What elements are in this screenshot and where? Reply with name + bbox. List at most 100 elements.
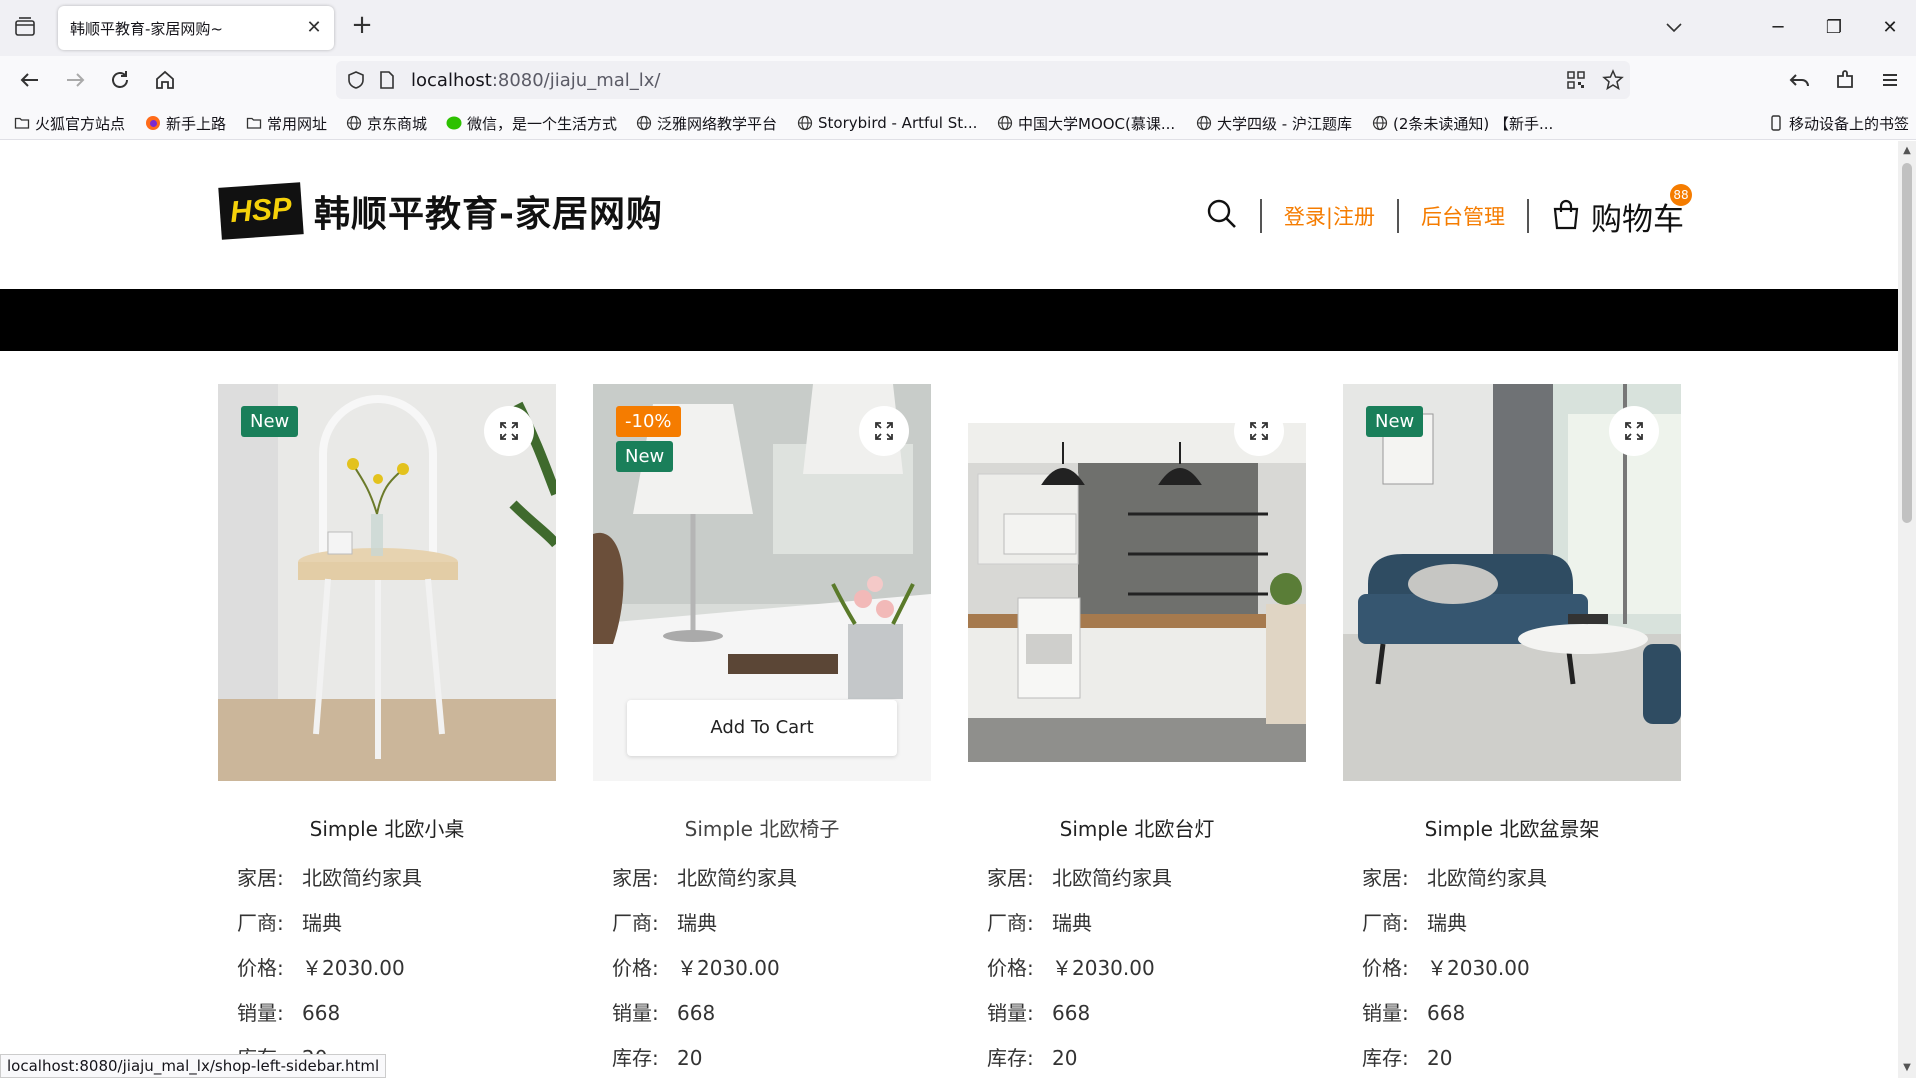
cart-button[interactable]: 购物车 88 [1529, 183, 1692, 239]
product-category: 家居: 北欧简约家具 [1362, 862, 1681, 890]
bookmark-item[interactable]: 泛雅网络教学平台 [636, 112, 777, 134]
close-tab-icon[interactable]: ✕ [304, 18, 324, 38]
product-name[interactable]: Simple 北欧小桌 [218, 813, 556, 842]
globe-icon [997, 115, 1013, 131]
minimize-icon[interactable]: ─ [1764, 14, 1792, 42]
menu-icon[interactable] [1876, 66, 1904, 94]
page-icon[interactable] [378, 70, 396, 94]
bookmark-item[interactable]: 新手上路 [145, 112, 226, 134]
forward-icon[interactable] [61, 66, 89, 94]
field-label: 销量: [237, 1001, 284, 1025]
back-icon[interactable] [16, 66, 44, 94]
qr-code-icon[interactable] [1566, 70, 1586, 94]
field-value: 668 [677, 1001, 716, 1025]
field-value: 北欧简约家具 [1427, 866, 1547, 890]
scroll-up-icon[interactable]: ▲ [1901, 145, 1913, 157]
product-card: New Simple 北欧盆景架 家居: 北欧简约家具 厂商: 瑞典 价格: ￥203… [1343, 384, 1681, 1070]
field-value: 20 [1427, 1046, 1453, 1070]
field-value: 20 [1052, 1046, 1078, 1070]
field-label: 库存: [987, 1046, 1034, 1070]
add-to-cart-button[interactable]: Add To Cart [627, 700, 897, 756]
quick-view-button[interactable] [484, 406, 534, 456]
mobile-icon [1768, 115, 1784, 131]
active-tab[interactable]: 韩顺平教育-家居网购~ ✕ [58, 6, 334, 50]
quick-view-button[interactable] [1234, 406, 1284, 456]
mobile-bookmarks-label: 移动设备上的书签 [1789, 114, 1910, 133]
bookmark-label: 常用网址 [267, 114, 328, 133]
product-category: 家居: 北欧简约家具 [612, 862, 931, 890]
product-stock: 库存: 20 [612, 1042, 931, 1070]
field-label: 厂商: [1362, 911, 1409, 935]
field-label: 库存: [1362, 1046, 1409, 1070]
quick-view-button[interactable] [859, 406, 909, 456]
shopping-bag-icon [1551, 198, 1581, 234]
bookmark-item[interactable]: 京东商城 [346, 112, 427, 134]
quick-view-button[interactable] [1609, 406, 1659, 456]
home-icon[interactable] [151, 66, 179, 94]
product-price: 价格: ￥2030.00 [1362, 952, 1681, 980]
product-name[interactable]: Simple 北欧盆景架 [1343, 813, 1681, 842]
field-label: 厂商: [237, 911, 284, 935]
site-logo[interactable]: HSP 韩顺平教育-家居网购 [218, 182, 663, 240]
admin-link[interactable]: 后台管理 [1399, 201, 1527, 231]
reload-icon[interactable] [106, 66, 134, 94]
new-badge: New [1366, 406, 1424, 437]
field-value: 瑞典 [677, 911, 717, 935]
field-label: 厂商: [612, 911, 659, 935]
page-scrollbar[interactable]: ▲ ▼ [1898, 141, 1916, 1078]
new-tab-icon[interactable]: + [348, 12, 376, 40]
bookmark-item[interactable]: 火狐官方站点 [14, 112, 125, 134]
field-label: 家居: [987, 866, 1034, 890]
product-image[interactable] [968, 384, 1306, 781]
field-value: 20 [677, 1046, 703, 1070]
bookmark-item[interactable]: 大学四级 - 沪江题库 [1196, 112, 1352, 134]
url-host: localhost [411, 70, 492, 91]
product-image[interactable]: -10% New Add To Cart [593, 384, 931, 781]
field-label: 库存: [612, 1046, 659, 1070]
scroll-thumb[interactable] [1902, 163, 1912, 523]
product-category: 家居: 北欧简约家具 [987, 862, 1306, 890]
undo-icon[interactable] [1786, 66, 1814, 94]
bookmark-item[interactable]: (2条未读通知) 【新手... [1372, 112, 1553, 134]
product-card: -10% New Add To Cart Simple 北欧椅子 家居: 北欧简约… [593, 384, 931, 1070]
hero-band [0, 289, 1898, 351]
login-register-link[interactable]: 登录|注册 [1262, 201, 1397, 231]
product-name[interactable]: Simple 北欧椅子 [593, 813, 931, 842]
tab-bar: 韩顺平教育-家居网购~ ✕ + ─ ❐ ✕ [0, 0, 1916, 56]
field-label: 价格: [987, 956, 1034, 980]
bookmark-item[interactable]: 微信，是一个生活方式 [446, 112, 617, 134]
logo-badge: HSP [218, 182, 304, 240]
globe-icon [1372, 115, 1388, 131]
product-sales: 销量: 668 [1362, 997, 1681, 1025]
field-label: 家居: [1362, 866, 1409, 890]
firefox-icon [145, 115, 161, 131]
field-value: ￥2030.00 [1052, 956, 1155, 980]
bookmark-star-icon[interactable] [1602, 69, 1624, 95]
product-image[interactable]: New [1343, 384, 1681, 781]
shield-icon[interactable] [346, 70, 366, 94]
globe-icon [346, 115, 362, 131]
bookmark-item[interactable]: 中国大学MOOC(慕课... [997, 112, 1175, 134]
url-bar[interactable]: localhost:8080/jiaju_mal_lx/ [336, 61, 1630, 99]
list-all-tabs-icon[interactable] [1660, 14, 1688, 42]
extensions-icon[interactable] [1831, 66, 1859, 94]
close-window-icon[interactable]: ✕ [1876, 14, 1904, 42]
product-category: 家居: 北欧简约家具 [237, 862, 556, 890]
product-price: 价格: ￥2030.00 [237, 952, 556, 980]
globe-icon [797, 115, 813, 131]
bookmark-label: 大学四级 - 沪江题库 [1217, 114, 1352, 133]
product-image[interactable]: New [218, 384, 556, 781]
search-icon[interactable] [1206, 198, 1260, 234]
restore-icon[interactable]: ❐ [1820, 14, 1848, 42]
product-name[interactable]: Simple 北欧台灯 [968, 813, 1306, 842]
bookmark-item[interactable]: Storybird - Artful St... [797, 112, 977, 134]
product-sales: 销量: 668 [987, 997, 1306, 1025]
wechat-icon [446, 115, 462, 131]
bookmark-item[interactable]: 常用网址 [246, 112, 327, 134]
product-price: 价格: ￥2030.00 [987, 952, 1306, 980]
tab-list-icon[interactable] [12, 14, 38, 40]
field-value: 北欧简约家具 [1052, 866, 1172, 890]
scroll-down-icon[interactable]: ▼ [1901, 1062, 1913, 1074]
bookmark-label: Storybird - Artful St... [818, 114, 978, 132]
mobile-bookmarks[interactable]: 移动设备上的书签 [1768, 112, 1909, 134]
